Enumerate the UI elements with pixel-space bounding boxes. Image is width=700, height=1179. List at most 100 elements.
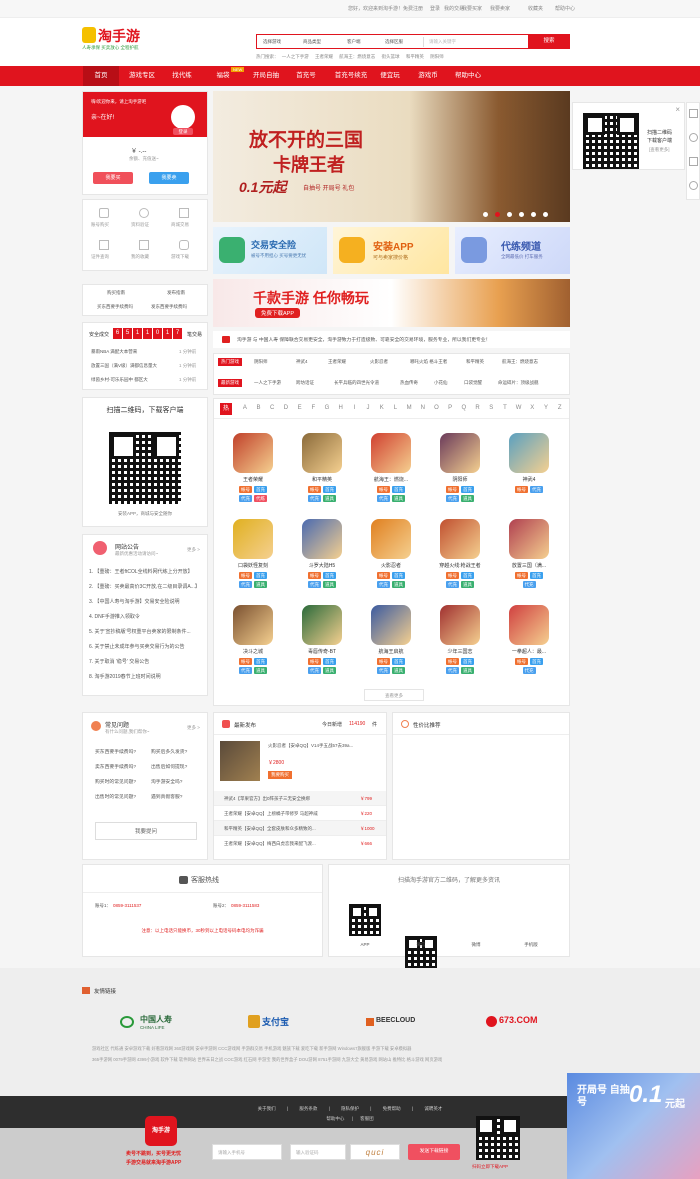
game-icon[interactable]	[233, 433, 273, 473]
latest-row[interactable]: 神武4【苹果官方】出0阵孩子三无安全换绑 ￥799	[214, 791, 386, 806]
game-tag[interactable]: 道具	[323, 667, 336, 674]
edit-icon[interactable]	[689, 157, 698, 166]
game-icon[interactable]	[371, 519, 411, 559]
new-game-link[interactable]: 跨坊话证	[296, 380, 334, 386]
floating-ad[interactable]: 开局号 自抽号 0.1 元起	[567, 1073, 700, 1179]
close-icon[interactable]: ×	[675, 105, 680, 114]
login-button[interactable]: 登录	[173, 128, 193, 135]
notice-item[interactable]: 3. 【中国人寿与淘手游】交易安全险说明	[89, 595, 203, 610]
new-game-link[interactable]: 一人之下手游	[254, 380, 296, 386]
trade-row-title[interactable]: 暴雨NBA 满配大本营来	[91, 349, 175, 355]
game-name[interactable]: 王者荣耀	[228, 476, 278, 483]
game-tag[interactable]: 道具	[254, 667, 267, 674]
nav-self-draw[interactable]: 开局自抽	[246, 66, 286, 86]
nav-help[interactable]: 帮助中心	[450, 66, 486, 86]
alpha-letter[interactable]: J	[361, 405, 375, 411]
login-link[interactable]: 登录	[430, 5, 440, 12]
ad-banner[interactable]: 千款手游 任你畅玩 免费下载APP	[213, 279, 570, 327]
game-tag[interactable]: 代充	[308, 667, 321, 674]
feature-insurance[interactable]: 交易安全险 被号不用担心 买号要更无忧	[213, 227, 327, 274]
footer-link[interactable]: 服务条款	[299, 1106, 317, 1111]
game-card[interactable]: 王者荣耀 帐号 首充 代充 代练	[228, 433, 278, 517]
alpha-letter[interactable]: L	[389, 405, 403, 411]
buy-button[interactable]: 我要买	[93, 172, 133, 184]
game-select[interactable]: 选择游戏	[263, 39, 281, 45]
latest-row[interactable]: 王者荣耀【安卓QQ】梅西白虎恋我来配飞渡... ￥666	[214, 836, 386, 851]
bottom-qr-code[interactable]	[476, 1116, 520, 1160]
hot-game-link[interactable]: 神武4	[296, 359, 328, 365]
game-card[interactable]: 少年三国志 帐号 首充 代充 道具	[435, 605, 485, 689]
chat-icon[interactable]	[689, 133, 698, 142]
sell-button[interactable]: 我要卖	[149, 172, 189, 184]
alpha-letter[interactable]: Q	[457, 405, 471, 411]
alpha-letter[interactable]: N	[416, 405, 430, 411]
game-name[interactable]: 决斗之城	[228, 648, 278, 655]
notice-item[interactable]: 4. DNF手游推入领取令	[89, 610, 203, 625]
alpha-hot[interactable]: 热	[220, 403, 232, 415]
notice-item[interactable]: 7. 关于取消 '稳号' 交易公告	[89, 655, 203, 670]
search-input[interactable]: 请输入关键字	[429, 39, 456, 45]
game-icon[interactable]	[371, 605, 411, 645]
alpha-letter[interactable]: W	[512, 405, 526, 411]
game-tag[interactable]: 首充	[323, 572, 336, 579]
game-tag[interactable]: 首充	[461, 572, 474, 579]
game-card[interactable]: 阴阳师 帐号 首充 代充 道具	[435, 433, 485, 517]
game-card[interactable]: 和平精英 帐号 首充 代充 道具	[297, 433, 347, 517]
game-tag[interactable]: 帐号	[515, 658, 528, 665]
sell-link[interactable]: 我要卖家	[490, 5, 510, 12]
game-tag[interactable]: 代充	[446, 495, 459, 502]
alpha-letter[interactable]: G	[320, 405, 334, 411]
game-name[interactable]: 航海王启航	[366, 648, 416, 655]
nav-game-zone[interactable]: 游戏专区	[122, 66, 162, 86]
game-tag[interactable]: 首充	[530, 572, 543, 579]
footer-link[interactable]: 关于我们	[258, 1106, 276, 1111]
alpha-letter[interactable]: X	[525, 405, 539, 411]
faq-item[interactable]: 出售后如何提现?	[151, 760, 187, 775]
game-card[interactable]: 神武4 帐号 代充	[504, 433, 554, 517]
nav-first-charge[interactable]: 首充号	[288, 66, 324, 86]
banner-dot[interactable]	[543, 212, 548, 217]
game-tag[interactable]: 帐号	[377, 486, 390, 493]
game-tag[interactable]: 代充	[239, 495, 252, 502]
hot-search-item[interactable]: 街头篮球	[382, 54, 400, 59]
client-select[interactable]: 客户端	[347, 39, 361, 45]
app-icon[interactable]	[689, 109, 698, 118]
hot-game-link[interactable]: 阴阳师	[254, 359, 296, 365]
friend-links-row[interactable]: 游戏社区 代练通 安卓游戏下载 好看游戏网 360游戏网 安卓手游网 CCC游戏…	[92, 1043, 570, 1054]
hotline-number[interactable]: 0859-3111537	[113, 903, 141, 908]
game-tag[interactable]: 首充	[254, 572, 267, 579]
footer-link[interactable]: 帮助中心	[326, 1116, 344, 1121]
game-tag[interactable]: 首充	[323, 486, 336, 493]
game-name[interactable]: 航海王：燃烧...	[366, 476, 416, 483]
side-qr-code[interactable]	[583, 113, 639, 169]
game-tag[interactable]: 道具	[461, 581, 474, 588]
banner-dot[interactable]	[483, 212, 488, 217]
game-tag[interactable]: 代充	[239, 581, 252, 588]
game-name[interactable]: 少年三国志	[435, 648, 485, 655]
trade-row-title[interactable]: 绿茵乡村-可乐乐园中 都区大	[91, 377, 175, 383]
game-card[interactable]: 一拳超人：最... 帐号 首充 代充	[504, 605, 554, 689]
captcha-image[interactable]: quci	[350, 1144, 400, 1160]
footer-link[interactable]: 客服团	[360, 1116, 374, 1121]
nav-currency[interactable]: 游戏币	[410, 66, 446, 86]
game-card[interactable]: 放置三国（满... 帐号 首充 代充	[504, 519, 554, 603]
game-tag[interactable]: 帐号	[515, 486, 528, 493]
game-icon[interactable]	[233, 519, 273, 559]
alpha-letter[interactable]: K	[375, 405, 389, 411]
search-button[interactable]: 搜索	[528, 34, 570, 49]
hotline-number[interactable]: 0859-3111583	[231, 903, 259, 908]
hot-game-link[interactable]: 火影忍者	[370, 359, 410, 365]
alpha-letter[interactable]: O	[430, 405, 444, 411]
guide-link[interactable]: 买东西要手续费吗	[97, 304, 133, 310]
game-tag[interactable]: 道具	[392, 581, 405, 588]
game-tag[interactable]: 道具	[392, 667, 405, 674]
game-tag[interactable]: 代充	[522, 581, 536, 588]
help-link[interactable]: 帮助中心	[555, 5, 575, 12]
send-link-button[interactable]: 发送下载链接	[408, 1144, 460, 1160]
latest-row[interactable]: 王者荣耀【安卓QQ】上榜橘子带修罗 马超神威 ￥220	[214, 806, 386, 821]
hot-search-item[interactable]: 王者荣耀	[315, 54, 333, 59]
guide-link[interactable]: 发东西要手续费吗	[151, 304, 187, 310]
faq-item[interactable]: 卖东西要手续费吗?	[95, 760, 136, 775]
game-icon[interactable]	[233, 605, 273, 645]
alpha-letter[interactable]: B	[252, 405, 266, 411]
